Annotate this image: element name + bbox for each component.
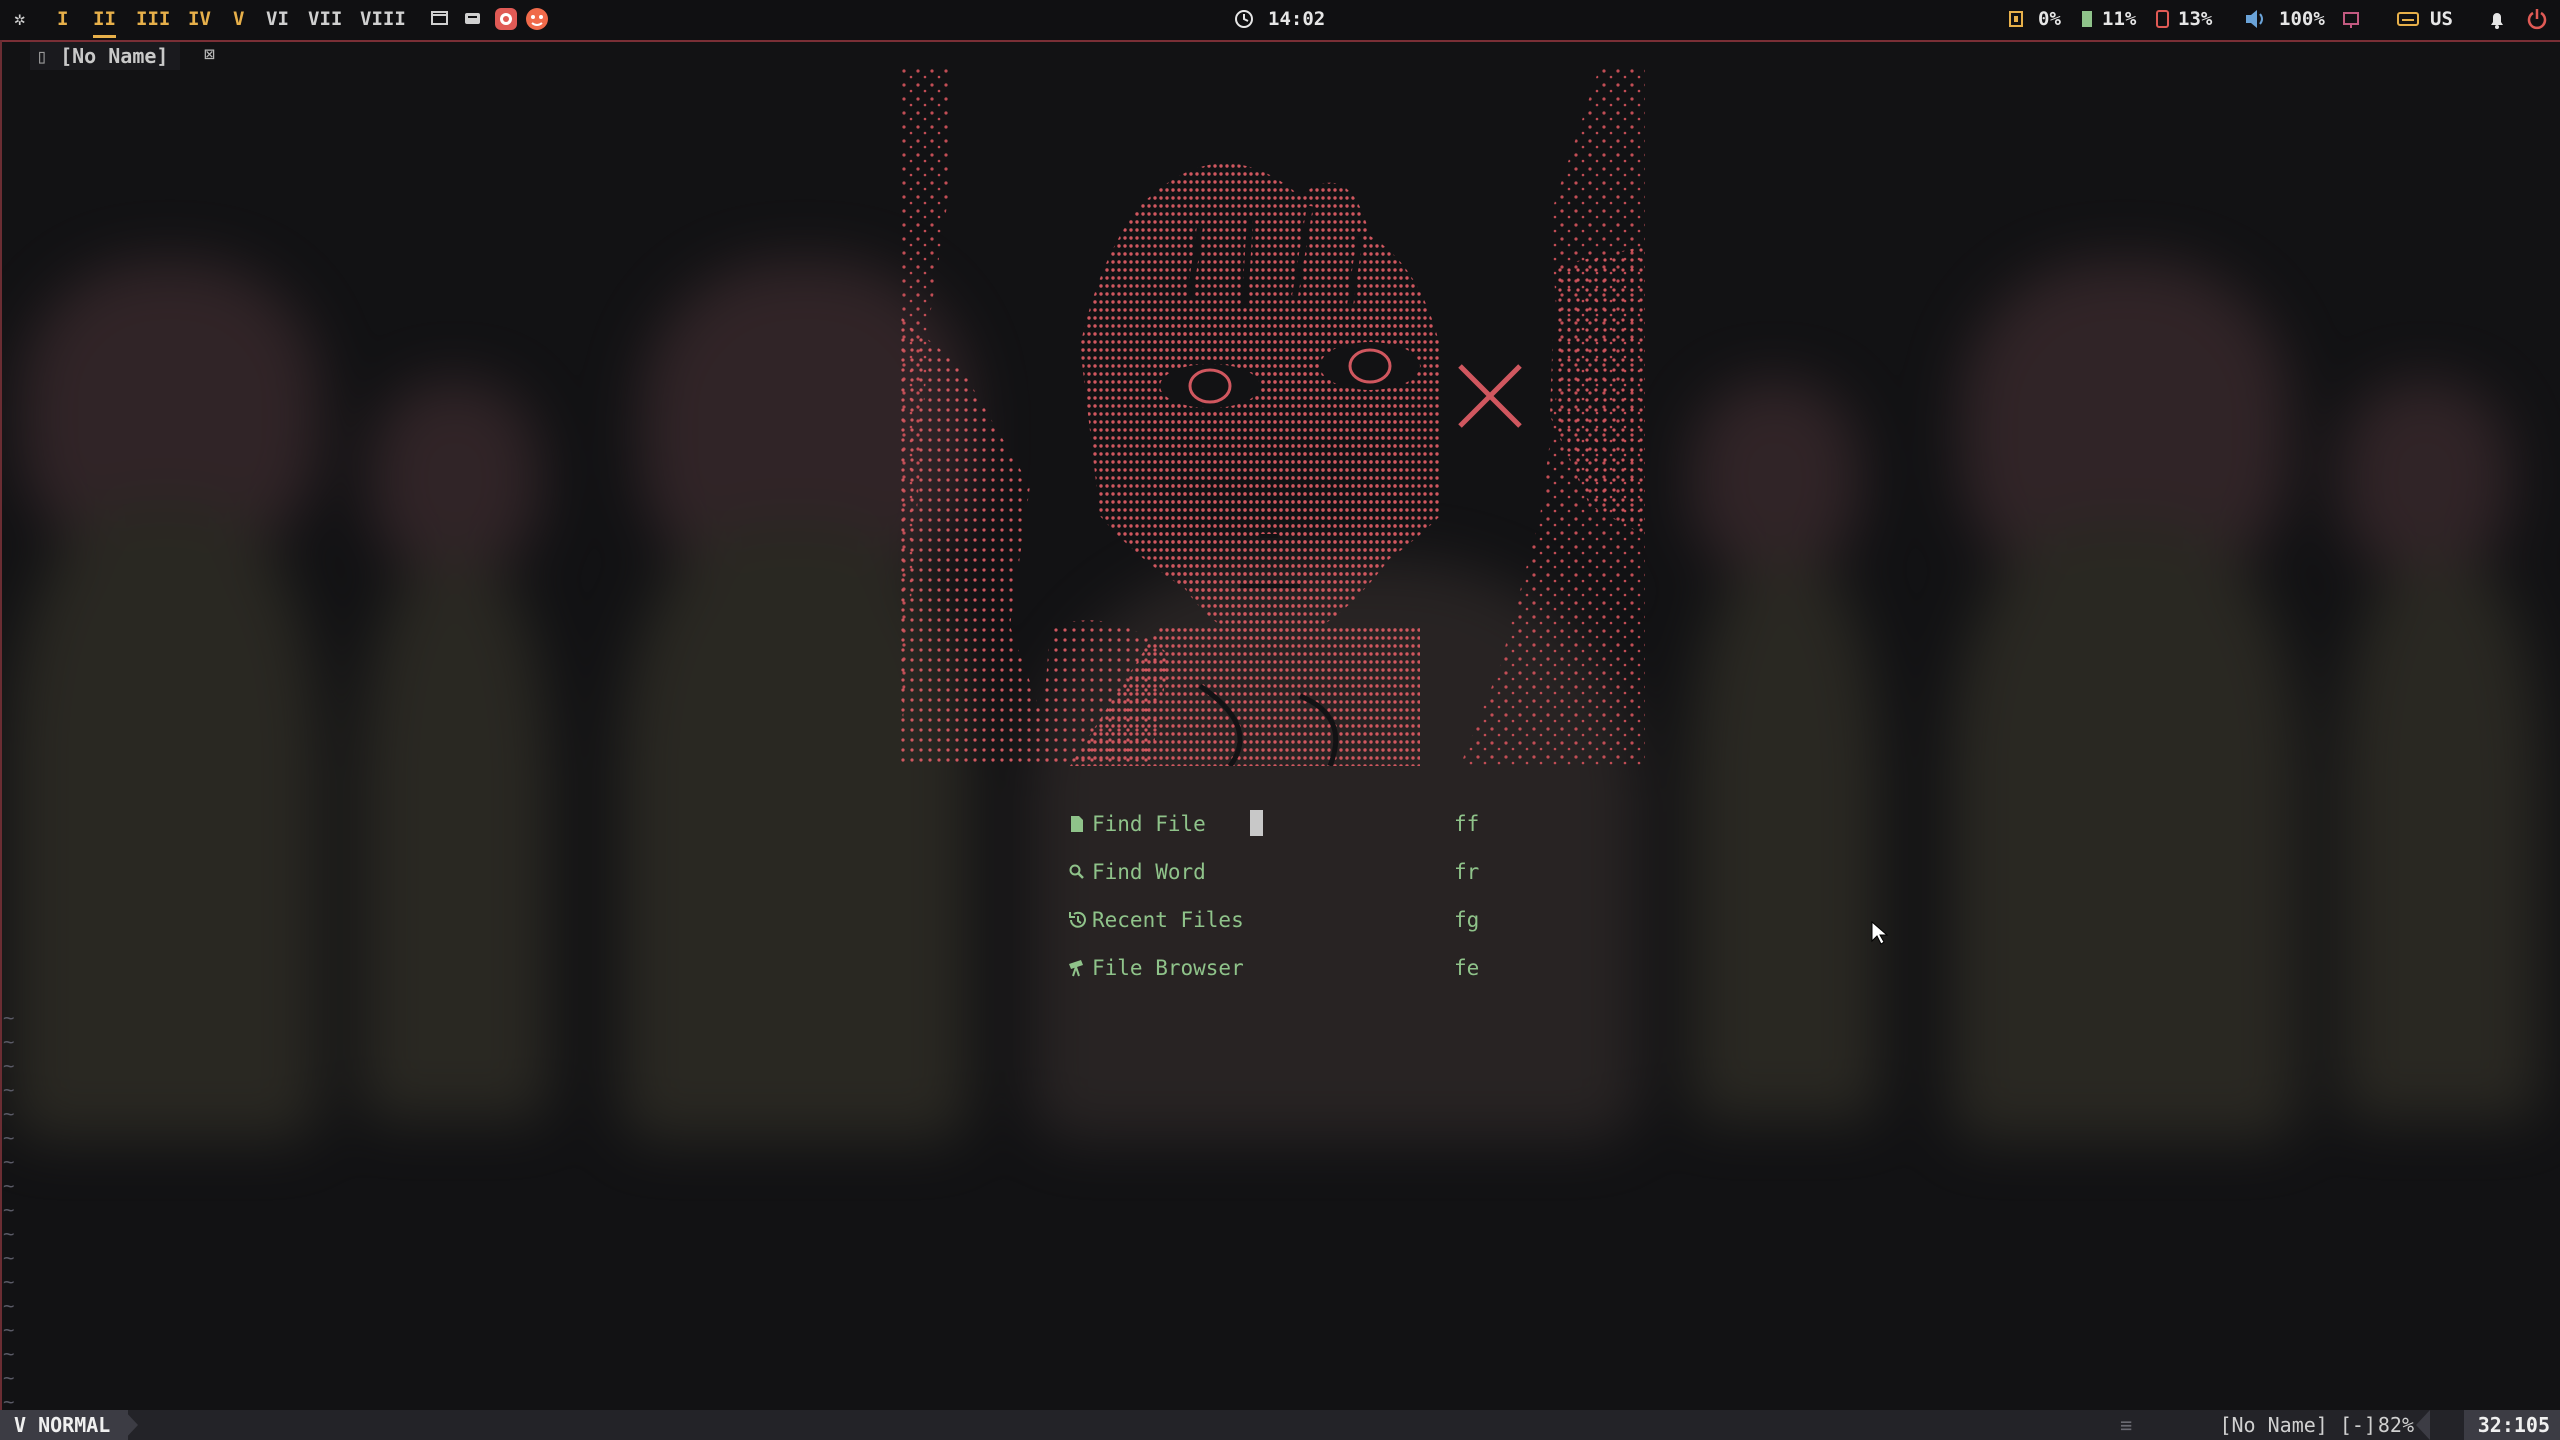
dashboard-label: Find Word: [1092, 860, 1206, 884]
mode-separator: [124, 1410, 138, 1440]
app-icon-2[interactable]: [525, 0, 549, 38]
clock[interactable]: 14:02: [1268, 0, 1325, 38]
window-border: [0, 40, 2, 1410]
empty-line-tilde: ~: [3, 1007, 15, 1029]
empty-line-tilde: ~: [3, 1079, 15, 1101]
cursor-position: 32:105: [2463, 1410, 2560, 1440]
network-icon[interactable]: [2341, 0, 2361, 38]
file-icon: ▯: [36, 44, 49, 68]
workspace-8[interactable]: VIII: [360, 0, 406, 38]
app-icon-1[interactable]: [494, 0, 518, 38]
dashboard-item-find-file[interactable]: Find File: [1066, 807, 1206, 841]
history-icon: [1066, 903, 1088, 937]
dashboard-item-file-browser[interactable]: File Browser: [1066, 951, 1244, 985]
memory-usage: 11%: [2102, 8, 2137, 30]
disk-icon: [2155, 0, 2171, 38]
notification-bell-icon[interactable]: [2487, 0, 2507, 38]
dashboard-shortcut: fr: [1454, 860, 1480, 884]
dashboard-label: Recent Files: [1092, 908, 1244, 932]
close-buffer-icon[interactable]: ⊠: [204, 44, 215, 65]
buffer-tab-label: [No Name]: [60, 44, 169, 68]
ascii-art-header: [900, 66, 1645, 766]
scroll-percent: 82%: [2377, 1413, 2414, 1437]
mode-indicator: V NORMAL: [0, 1410, 129, 1440]
disk-usage: 13%: [2178, 8, 2213, 30]
empty-line-tilde: ~: [3, 1271, 15, 1293]
window-icon[interactable]: [431, 0, 449, 38]
dashboard-shortcut: fe: [1454, 956, 1480, 980]
clock-icon: [1234, 0, 1254, 38]
workspace-7[interactable]: VII: [308, 0, 342, 38]
status-filename: [No Name] [-]: [2219, 1413, 2376, 1437]
power-icon[interactable]: [2526, 0, 2548, 38]
settings-icon[interactable]: ✲: [14, 0, 25, 38]
empty-line-tilde: ~: [3, 1175, 15, 1197]
dashboard-shortcut: fg: [1454, 908, 1480, 932]
top-bar: ✲ I II III IV V VI VII VIII 14:02 0% 11%…: [0, 0, 2560, 42]
dashboard-item-find-word[interactable]: Find Word: [1066, 855, 1206, 889]
workspace-5[interactable]: V: [233, 0, 244, 38]
vim-icon: V: [14, 1413, 27, 1437]
file-icon: [1066, 807, 1088, 841]
empty-line-tilde: ~: [3, 1031, 15, 1053]
empty-line-tilde: ~: [3, 1319, 15, 1341]
workspace-4[interactable]: IV: [188, 0, 211, 38]
dashboard-label: File Browser: [1092, 956, 1244, 980]
workspace-3[interactable]: III: [136, 0, 170, 38]
dashboard-shortcut: ff: [1454, 812, 1480, 836]
position-separator: [2416, 1410, 2430, 1440]
memory-icon: [2080, 0, 2094, 38]
telescope-icon: [1066, 951, 1088, 985]
workspace-1[interactable]: I: [57, 0, 68, 38]
cpu-usage: 0%: [2038, 8, 2061, 30]
empty-line-tilde: ~: [3, 1127, 15, 1149]
volume-level[interactable]: 100%: [2279, 0, 2325, 38]
mode-label: NORMAL: [38, 1413, 111, 1437]
empty-line-tilde: ~: [3, 1247, 15, 1269]
empty-line-tilde: ~: [3, 1151, 15, 1173]
empty-line-tilde: ~: [3, 1295, 15, 1317]
search-icon: [1066, 855, 1088, 889]
empty-line-tilde: ~: [3, 1367, 15, 1389]
dashboard-label: Find File: [1092, 812, 1206, 836]
empty-line-tilde: ~: [3, 1199, 15, 1221]
empty-line-tilde: ~: [3, 1343, 15, 1365]
workspace-2[interactable]: II: [93, 0, 116, 38]
empty-line-tilde: ~: [3, 1055, 15, 1077]
mouse-pointer-icon: [1871, 920, 1889, 945]
empty-line-tilde: ~: [3, 1223, 15, 1245]
cpu-icon: [2006, 0, 2026, 38]
empty-line-tilde: ~: [3, 1103, 15, 1125]
buffer-tab[interactable]: ▯ [No Name]: [30, 42, 181, 70]
menu-lines-icon: ≡: [2119, 1413, 2132, 1437]
workspace-6[interactable]: VI: [266, 0, 289, 38]
terminal-app-icon[interactable]: [464, 0, 482, 38]
text-cursor: [1250, 810, 1263, 836]
keyboard-layout[interactable]: US: [2430, 0, 2453, 38]
status-line: V NORMAL ≡ [No Name] [-] 82% 32:105: [0, 1410, 2560, 1440]
volume-icon[interactable]: [2243, 0, 2267, 38]
dashboard-item-recent-files[interactable]: Recent Files: [1066, 903, 1244, 937]
keyboard-icon: [2397, 0, 2419, 38]
